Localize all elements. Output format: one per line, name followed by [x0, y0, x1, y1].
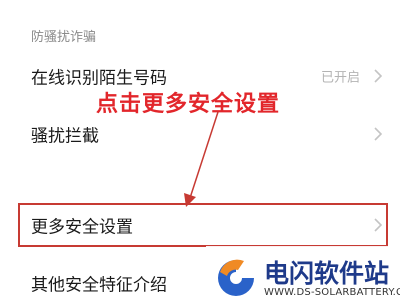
watermark-url: WWW.DS-SOLARBATTERY.COM: [264, 287, 400, 298]
watermark-title: 电闪软件站: [264, 259, 390, 288]
ds-logo-icon: [218, 259, 254, 296]
watermark: 电闪软件站 WWW.DS-SOLARBATTERY.COM: [206, 246, 400, 307]
